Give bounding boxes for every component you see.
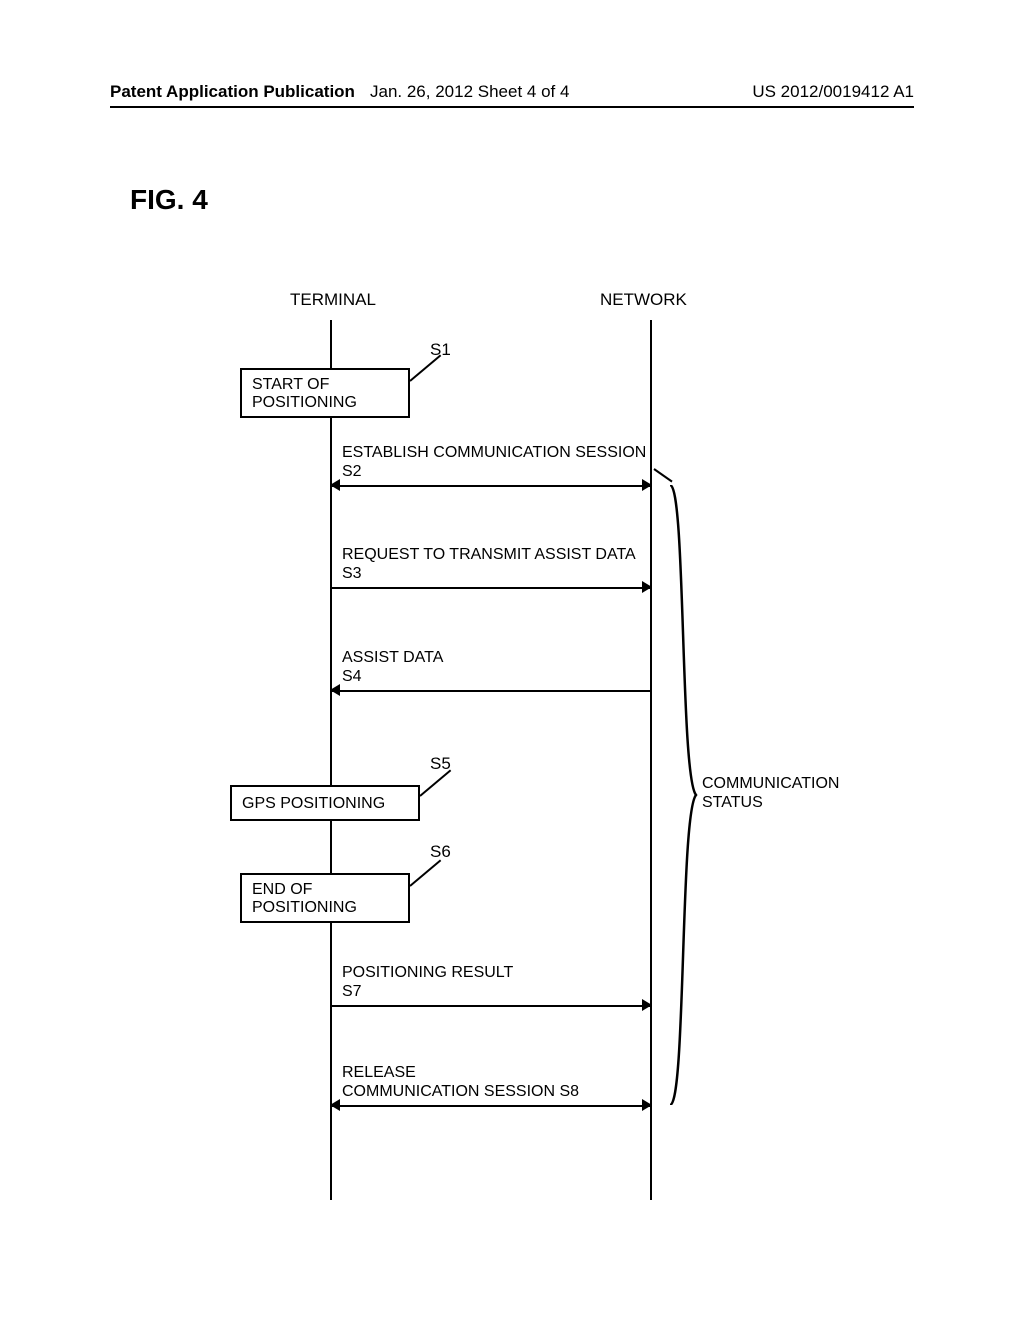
step-s6-box: END OFPOSITIONING (240, 873, 410, 923)
arrow-left-icon (330, 479, 340, 491)
message-s8-label: RELEASECOMMUNICATION SESSION S8 (342, 1063, 579, 1101)
lifeline-label-network: NETWORK (600, 290, 687, 310)
arrow-left-icon (330, 684, 340, 696)
figure-label: FIG. 4 (130, 184, 208, 216)
header-date-sheet: Jan. 26, 2012 Sheet 4 of 4 (370, 82, 569, 102)
message-s3-label: REQUEST TO TRANSMIT ASSIST DATAS3 (342, 545, 636, 583)
message-s8: RELEASECOMMUNICATION SESSION S8 (332, 1105, 650, 1107)
communication-status-brace (668, 485, 698, 1105)
message-s7-label: POSITIONING RESULTS7 (342, 963, 513, 1001)
arrow-right-icon (642, 999, 652, 1011)
page: Patent Application Publication Jan. 26, … (0, 0, 1024, 1320)
header-publication: Patent Application Publication (110, 82, 355, 102)
step-s6-leader (409, 860, 441, 887)
brace-leader (653, 468, 672, 482)
step-s5-box: GPS POSITIONING (230, 785, 420, 821)
sequence-diagram: TERMINAL NETWORK START OFPOSITIONING S1 … (230, 290, 930, 1240)
lifeline-label-terminal: TERMINAL (290, 290, 376, 310)
lifeline-network (650, 320, 652, 1200)
step-s1-id: S1 (430, 340, 451, 360)
arrow-right-icon (642, 1099, 652, 1111)
message-s7: POSITIONING RESULTS7 (332, 1005, 650, 1007)
arrow-left-icon (330, 1099, 340, 1111)
lifeline-terminal (330, 320, 332, 1200)
message-s4: ASSIST DATAS4 (332, 690, 650, 692)
header-pubnumber: US 2012/0019412 A1 (752, 82, 914, 102)
message-s2-label: ESTABLISH COMMUNICATION SESSIONS2 (342, 443, 646, 481)
step-s1-box: START OFPOSITIONING (240, 368, 410, 418)
communication-status-label: COMMUNICATIONSTATUS (702, 774, 839, 812)
arrow-right-icon (642, 581, 652, 593)
message-s4-label: ASSIST DATAS4 (342, 648, 443, 686)
page-header: Patent Application Publication Jan. 26, … (110, 80, 914, 108)
step-s1-leader (409, 355, 441, 382)
message-s2: ESTABLISH COMMUNICATION SESSIONS2 (332, 485, 650, 487)
arrow-right-icon (642, 479, 652, 491)
brace-icon (668, 485, 698, 1105)
message-s3: REQUEST TO TRANSMIT ASSIST DATAS3 (332, 587, 650, 589)
